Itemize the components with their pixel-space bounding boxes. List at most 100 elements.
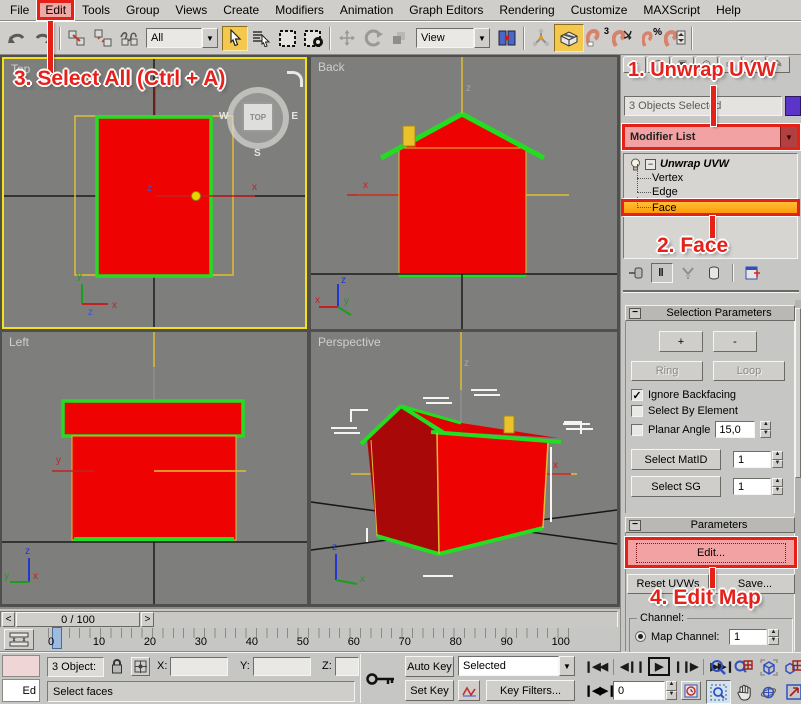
- snaps-toggle-icon[interactable]: 3: [584, 26, 610, 51]
- x-coordinate-field[interactable]: [170, 657, 228, 676]
- ring-button[interactable]: Ring: [631, 361, 703, 381]
- menu-item-group[interactable]: Group: [118, 1, 167, 19]
- collapse-icon[interactable]: −: [629, 520, 641, 531]
- coordsys-dropdown[interactable]: View ▼: [416, 28, 490, 48]
- bind-to-spacewarp-icon[interactable]: [116, 26, 142, 51]
- menu-item-graph-editors[interactable]: Graph Editors: [401, 1, 491, 19]
- keyboard-override-toggle-icon[interactable]: [554, 24, 584, 52]
- viewcube-top-face[interactable]: TOP: [242, 102, 274, 132]
- selection-set-dropdown[interactable]: Selected ▼: [458, 656, 575, 676]
- use-pivot-center-icon[interactable]: [494, 26, 520, 51]
- panel-scrollbar[interactable]: [795, 300, 801, 652]
- dropdown-arrow-icon[interactable]: ▼: [474, 28, 490, 48]
- menu-item-rendering[interactable]: Rendering: [491, 1, 562, 19]
- window-crossing-icon[interactable]: [300, 26, 326, 51]
- selection-filter-dropdown[interactable]: All ▼: [146, 28, 218, 48]
- sg-spinner[interactable]: ▲▼: [772, 478, 783, 495]
- stack-item-edge[interactable]: Edge: [624, 185, 797, 199]
- select-and-scale-icon[interactable]: [386, 26, 412, 51]
- go-to-start-button[interactable]: ❙◀◀: [580, 658, 611, 675]
- matid-spinner[interactable]: ▲▼: [772, 451, 783, 468]
- viewport-perspective[interactable]: z y x: [311, 332, 617, 604]
- make-unique-icon[interactable]: [677, 263, 699, 283]
- select-and-link-icon[interactable]: [64, 26, 90, 51]
- play-button[interactable]: ▶: [648, 657, 669, 676]
- collapse-icon[interactable]: −: [645, 159, 656, 170]
- viewport-back[interactable]: z x z x y Back: [311, 57, 617, 329]
- sg-field[interactable]: 1: [733, 478, 771, 495]
- menu-item-edit[interactable]: Edit: [37, 0, 74, 20]
- map-channel-radio[interactable]: [635, 631, 646, 642]
- object-color-swatch[interactable]: [785, 96, 801, 116]
- auto-key-button[interactable]: Auto Key: [405, 656, 454, 677]
- frame-spinner[interactable]: ▲▼: [666, 681, 677, 700]
- zoom-icon[interactable]: [706, 655, 731, 679]
- remove-modifier-icon[interactable]: [703, 263, 725, 283]
- planar-angle-field[interactable]: 15,0: [715, 421, 755, 438]
- viewcube-south-label[interactable]: S: [254, 148, 261, 159]
- arc-rotate-icon[interactable]: [756, 680, 781, 704]
- angle-snap-icon[interactable]: [610, 26, 636, 51]
- spinner-snap-icon[interactable]: [662, 26, 688, 51]
- rectangular-selection-icon[interactable]: [274, 26, 300, 51]
- menu-item-modifiers[interactable]: Modifiers: [267, 1, 332, 19]
- matid-field[interactable]: 1: [733, 451, 771, 468]
- stack-item-vertex[interactable]: Vertex: [624, 171, 797, 185]
- dropdown-arrow-icon[interactable]: ▼: [202, 28, 218, 48]
- percent-snap-icon[interactable]: %: [636, 26, 662, 51]
- viewcube-west-label[interactable]: W: [219, 111, 228, 122]
- maxscript-listener-pink[interactable]: [2, 655, 40, 677]
- loop-button[interactable]: Loop: [713, 361, 785, 381]
- selection-lock-icon[interactable]: [110, 658, 124, 678]
- menu-item-file[interactable]: File: [2, 1, 37, 19]
- next-frame-arrow[interactable]: >: [141, 612, 154, 627]
- select-object-button[interactable]: [222, 26, 248, 51]
- shrink-selection-button[interactable]: -: [713, 331, 757, 352]
- key-filters-button[interactable]: Key Filters...: [486, 680, 575, 701]
- map-channel-field[interactable]: 1: [729, 629, 767, 645]
- stack-item-face[interactable]: Face: [624, 199, 797, 216]
- maximize-viewport-toggle-icon[interactable]: [781, 680, 801, 704]
- menu-item-views[interactable]: Views: [167, 1, 215, 19]
- zoom-all-icon[interactable]: [731, 655, 756, 679]
- selection-parameters-header[interactable]: − Selection Parameters: [625, 305, 795, 321]
- menu-item-maxscript[interactable]: MAXScript: [635, 1, 708, 19]
- map-channel-spinner[interactable]: ▲▼: [768, 629, 779, 645]
- ignore-backfacing-checkbox[interactable]: ✓: [631, 389, 643, 401]
- modifier-list-dropdown[interactable]: Modifier List ▼: [622, 124, 800, 150]
- set-keys-button[interactable]: [360, 654, 400, 703]
- viewport-left[interactable]: y z y x Left: [2, 332, 307, 604]
- select-matid-button[interactable]: Select MatID: [631, 449, 721, 470]
- stack-item-unwrap-uvw[interactable]: − Unwrap UVW: [624, 157, 797, 171]
- maxscript-listener-white[interactable]: Ed: [2, 679, 40, 702]
- select-by-name-icon[interactable]: [248, 26, 274, 51]
- configure-modifier-sets-icon[interactable]: [741, 263, 765, 283]
- menu-item-customize[interactable]: Customize: [563, 1, 636, 19]
- unlink-selection-icon[interactable]: [90, 26, 116, 51]
- object-name-field[interactable]: 3 Objects Selected: [624, 96, 782, 116]
- select-sg-button[interactable]: Select SG: [631, 476, 721, 497]
- planar-angle-spinner[interactable]: ▲▼: [760, 421, 771, 438]
- pan-hand-icon[interactable]: [731, 680, 756, 704]
- z-coordinate-field[interactable]: [335, 657, 359, 676]
- viewport-top[interactable]: z x y x z Top TOP W E S: [2, 57, 307, 329]
- viewcube-east-label[interactable]: E: [291, 111, 298, 122]
- pin-stack-icon[interactable]: [625, 263, 647, 283]
- time-slider-handle[interactable]: 0 / 100: [16, 612, 140, 627]
- y-coordinate-field[interactable]: [253, 657, 311, 676]
- current-frame-field[interactable]: 0: [613, 681, 665, 700]
- menu-item-create[interactable]: Create: [215, 1, 267, 19]
- zoom-extents-all-icon[interactable]: [781, 655, 801, 679]
- lightbulb-icon[interactable]: [630, 158, 641, 171]
- dropdown-arrow-icon[interactable]: ▼: [559, 656, 575, 676]
- select-by-element-checkbox[interactable]: [631, 405, 643, 417]
- mini-curve-editor-icon[interactable]: [4, 629, 34, 650]
- undo-icon[interactable]: [4, 26, 30, 51]
- select-and-manipulate-icon[interactable]: [528, 26, 554, 51]
- prev-frame-arrow[interactable]: <: [2, 612, 15, 627]
- scrollbar-thumb[interactable]: [795, 308, 801, 478]
- select-and-move-icon[interactable]: [334, 26, 360, 51]
- time-configuration-icon[interactable]: [681, 681, 701, 700]
- absolute-mode-toggle-icon[interactable]: [131, 657, 150, 676]
- previous-frame-button[interactable]: ◀❙❙: [616, 658, 648, 675]
